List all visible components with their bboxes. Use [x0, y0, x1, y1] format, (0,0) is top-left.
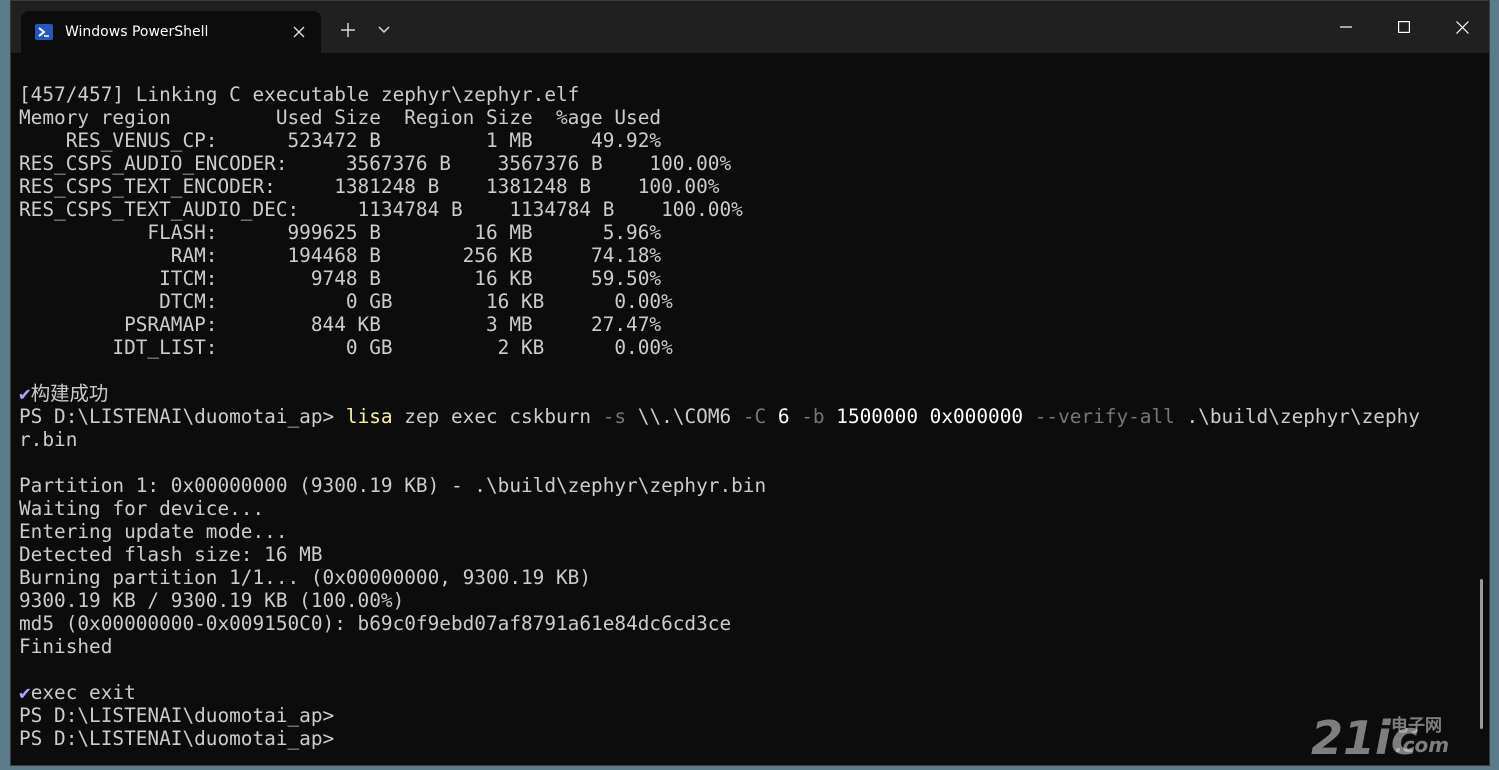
- terminal-text: zep exec cskburn: [392, 405, 603, 428]
- terminal-text: .\build\zephyr\zephy: [1174, 405, 1421, 428]
- maximize-icon[interactable]: [1375, 1, 1433, 53]
- terminal-line: PS D:\LISTENAI\duomotai_ap>: [19, 727, 1469, 750]
- title-bar[interactable]: Windows PowerShell: [11, 1, 1489, 53]
- terminal-text: Waiting for device...: [19, 497, 265, 520]
- terminal-line: ✔exec exit: [19, 681, 1469, 704]
- terminal-line: ✔构建成功: [19, 382, 1469, 405]
- terminal-line: PSRAMAP: 844 KB 3 MB 27.47%: [19, 313, 1469, 336]
- watermark-com: .com: [1395, 733, 1450, 757]
- terminal-text: 9300.19 KB / 9300.19 KB (100.00%): [19, 589, 405, 612]
- terminal-line: Waiting for device...: [19, 497, 1469, 520]
- terminal-line: [457/457] Linking C executable zephyr\ze…: [19, 83, 1469, 106]
- terminal-text: Burning partition 1/1... (0x00000000, 93…: [19, 566, 592, 589]
- terminal-line: RES_CSPS_AUDIO_ENCODER: 3567376 B 356737…: [19, 152, 1469, 175]
- terminal-text: IDT_LIST: 0 GB 2 KB 0.00%: [19, 336, 673, 359]
- minimize-icon[interactable]: [1317, 1, 1375, 53]
- terminal-line: 9300.19 KB / 9300.19 KB (100.00%): [19, 589, 1469, 612]
- checkmark-icon: ✔: [19, 681, 31, 704]
- terminal-text: -b: [801, 405, 825, 428]
- terminal-line: RES_CSPS_TEXT_AUDIO_DEC: 1134784 B 11347…: [19, 198, 1469, 221]
- terminal-text: DTCM: 0 GB 16 KB 0.00%: [19, 290, 673, 313]
- powershell-icon: [35, 24, 53, 40]
- terminal-text: RES_CSPS_TEXT_ENCODER: 1381248 B 1381248…: [19, 175, 720, 198]
- terminal-text: FLASH: 999625 B 16 MB 5.96%: [19, 221, 662, 244]
- terminal-text: PS D:\LISTENAI\duomotai_ap>: [19, 727, 335, 750]
- terminal-text: -s: [602, 405, 627, 428]
- terminal-line: PS D:\LISTENAI\duomotai_ap> lisa zep exe…: [19, 405, 1469, 428]
- terminal-text: \\.\COM6: [626, 405, 743, 428]
- terminal-text: RES_CSPS_AUDIO_ENCODER: 3567376 B 356737…: [19, 152, 732, 175]
- terminal-text: 1500000 0x000000: [824, 405, 1035, 428]
- terminal-text: 构建成功: [30, 382, 109, 405]
- terminal-output[interactable]: [457/457] Linking C executable zephyr\ze…: [19, 83, 1469, 757]
- terminal-text: Entering update mode...: [19, 520, 288, 543]
- terminal-text: PS D:\LISTENAI\duomotai_ap>: [19, 405, 346, 428]
- terminal-line: RES_VENUS_CP: 523472 B 1 MB 49.92%: [19, 129, 1469, 152]
- terminal-text: Memory region Used Size Region Size %age…: [19, 106, 662, 129]
- terminal-line: ITCM: 9748 B 16 KB 59.50%: [19, 267, 1469, 290]
- terminal-text: Finished: [19, 635, 113, 658]
- terminal-text: md5 (0x00000000-0x009150C0): b69c0f9ebd0…: [19, 612, 732, 635]
- terminal-line: RES_CSPS_TEXT_ENCODER: 1381248 B 1381248…: [19, 175, 1469, 198]
- checkmark-icon: ✔: [19, 382, 31, 405]
- terminal-text: RES_CSPS_TEXT_AUDIO_DEC: 1134784 B 11347…: [19, 198, 743, 221]
- terminal-line: FLASH: 999625 B 16 MB 5.96%: [19, 221, 1469, 244]
- terminal-line: Detected flash size: 16 MB: [19, 543, 1469, 566]
- terminal-text: PSRAMAP: 844 KB 3 MB 27.47%: [19, 313, 662, 336]
- terminal-text: lisa: [345, 405, 393, 428]
- terminal-text: exec exit: [30, 681, 136, 704]
- terminal-line: IDT_LIST: 0 GB 2 KB 0.00%: [19, 336, 1469, 359]
- terminal-line: Memory region Used Size Region Size %age…: [19, 106, 1469, 129]
- tab-windows-powershell[interactable]: Windows PowerShell: [21, 11, 321, 53]
- watermark-logo: 21ic 电子网 .com: [1311, 713, 1459, 761]
- terminal-line: Burning partition 1/1... (0x00000000, 93…: [19, 566, 1469, 589]
- terminal-line: RAM: 194468 B 256 KB 74.18%: [19, 244, 1469, 267]
- terminal-text: ITCM: 9748 B 16 KB 59.50%: [19, 267, 662, 290]
- terminal-line: Partition 1: 0x00000000 (9300.19 KB) - .…: [19, 474, 1469, 497]
- terminal-text: RES_VENUS_CP: 523472 B 1 MB 49.92%: [19, 129, 662, 152]
- terminal-text: -C: [742, 405, 767, 428]
- terminal-text: Detected flash size: 16 MB: [19, 543, 323, 566]
- terminal-line: r.bin: [19, 428, 1469, 451]
- terminal-line: DTCM: 0 GB 16 KB 0.00%: [19, 290, 1469, 313]
- terminal-line: Entering update mode...: [19, 520, 1469, 543]
- dropdown-chevron-icon[interactable]: [369, 15, 399, 45]
- new-tab-icon[interactable]: [333, 15, 363, 45]
- scrollbar-thumb[interactable]: [1480, 579, 1483, 729]
- terminal-text: 6: [766, 405, 802, 428]
- tab-title: Windows PowerShell: [65, 24, 209, 40]
- terminal-text: PS D:\LISTENAI\duomotai_ap>: [19, 704, 335, 727]
- terminal-line: PS D:\LISTENAI\duomotai_ap>: [19, 704, 1469, 727]
- terminal-text: RAM: 194468 B 256 KB 74.18%: [19, 244, 662, 267]
- terminal-text: r.bin: [19, 428, 78, 451]
- terminal-text: --verify-all: [1034, 405, 1175, 428]
- terminal-text: [457/457] Linking C executable zephyr\ze…: [19, 83, 580, 106]
- terminal-line: md5 (0x00000000-0x009150C0): b69c0f9ebd0…: [19, 612, 1469, 635]
- tab-close-icon[interactable]: [285, 18, 313, 46]
- terminal-text: Partition 1: 0x00000000 (9300.19 KB) - .…: [19, 474, 767, 497]
- terminal-line: Finished: [19, 635, 1469, 658]
- close-icon[interactable]: [1433, 1, 1491, 53]
- terminal-window: Windows PowerShell [457/457] Linking C e…: [10, 0, 1490, 766]
